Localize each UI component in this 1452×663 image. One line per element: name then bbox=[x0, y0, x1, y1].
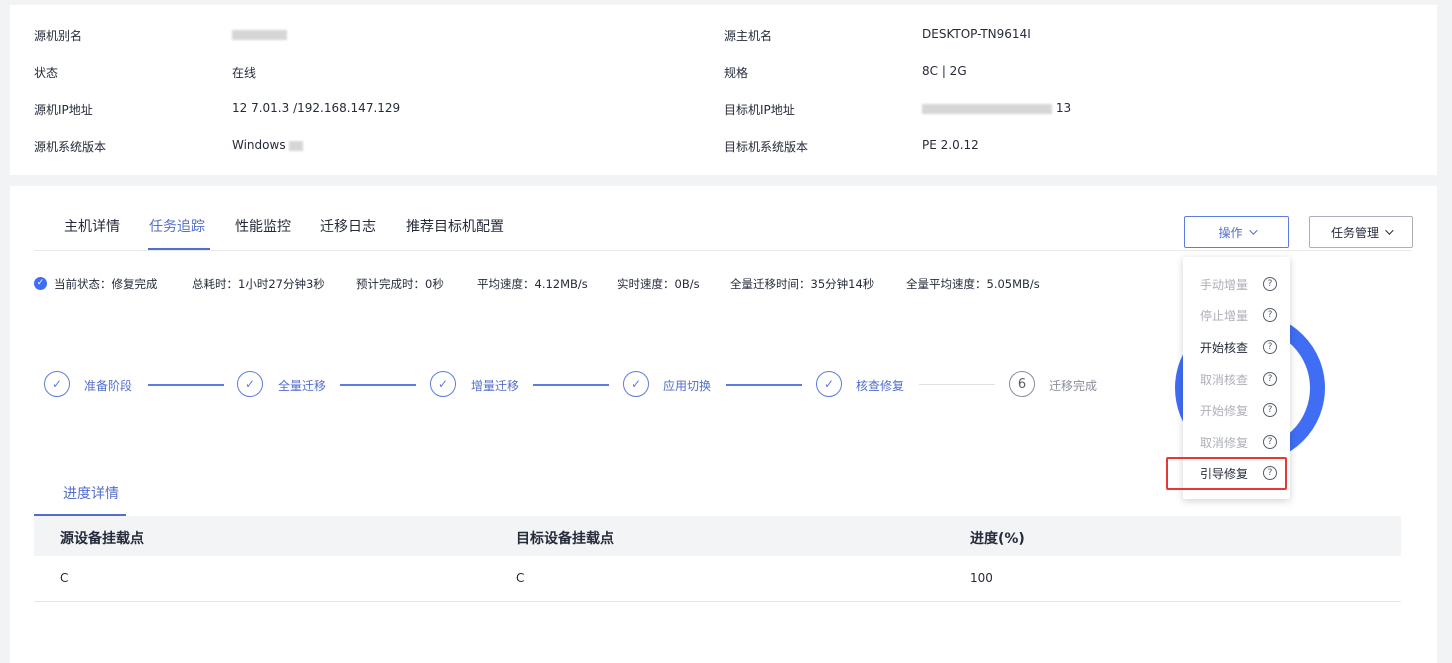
tab-progress-details[interactable]: 进度详情 bbox=[63, 483, 119, 503]
menu-item-label: 取消修复 bbox=[1200, 436, 1249, 450]
value-target-os: PE 2.0.12 bbox=[922, 138, 979, 152]
step-connector bbox=[533, 384, 609, 386]
host-info-card: 源机别名 源主机名 DESKTOP-TN9614I 状态 在线 规格 8C | … bbox=[10, 5, 1437, 175]
tab-divider bbox=[34, 250, 1412, 251]
step-label: 迁移完成 bbox=[1049, 379, 1098, 393]
status-check-icon: ✓ bbox=[34, 277, 47, 290]
column-header: 源设备挂载点 bbox=[60, 531, 144, 547]
value-source-alias bbox=[232, 27, 287, 41]
menu-item-stop-increment[interactable]: 停止增量 ? bbox=[1183, 300, 1290, 331]
step-connector bbox=[726, 384, 802, 386]
tab-task-tracking[interactable]: 任务追踪 bbox=[149, 216, 205, 236]
task-manage-button-label: 任务管理 bbox=[1330, 225, 1379, 240]
status-current: 当前状态：修复完成 bbox=[54, 277, 158, 291]
target-ip-suffix: 13 bbox=[1055, 101, 1072, 115]
step-connector bbox=[148, 384, 224, 386]
label-target-os: 目标机系统版本 bbox=[724, 140, 809, 154]
menu-item-label: 开始修复 bbox=[1200, 404, 1249, 418]
menu-item-label: 取消核查 bbox=[1200, 373, 1249, 387]
migration-steps: ✓ 准备阶段 ✓ 全量迁移 ✓ 增量迁移 ✓ 应用切换 ✓ 核查修复 6 迁移完… bbox=[42, 371, 1142, 401]
tab-recommended-config[interactable]: 推荐目标机配置 bbox=[406, 216, 504, 236]
step-check-icon: ✓ bbox=[816, 371, 842, 397]
status-avg-speed: 平均速度：4.12MB/s bbox=[477, 277, 588, 291]
redacted-text bbox=[232, 29, 287, 40]
label-source-ip: 源机IP地址 bbox=[34, 103, 93, 117]
operate-button-label: 操作 bbox=[1218, 225, 1243, 240]
menu-item-start-check[interactable]: 开始核查 ? bbox=[1183, 332, 1290, 363]
status-full-avg-speed: 全量平均速度：5.05MB/s bbox=[906, 277, 1040, 291]
chevron-down-icon bbox=[1385, 226, 1394, 235]
source-os-text: Windows bbox=[232, 138, 286, 152]
help-icon[interactable]: ? bbox=[1263, 308, 1277, 322]
menu-item-label: 手动增量 bbox=[1200, 278, 1249, 292]
column-header: 目标设备挂载点 bbox=[516, 531, 614, 547]
highlight-box bbox=[1166, 457, 1287, 490]
column-header: 进度(%) bbox=[970, 531, 1025, 547]
label-source-os: 源机系统版本 bbox=[34, 140, 107, 154]
status-eta: 预计完成时：0秒 bbox=[356, 277, 444, 291]
step-label: 核查修复 bbox=[856, 379, 905, 393]
value-source-os: Windows bbox=[232, 138, 304, 152]
help-icon[interactable]: ? bbox=[1263, 340, 1277, 354]
redacted-text bbox=[289, 140, 304, 151]
progress-table: 源设备挂载点 目标设备挂载点 进度(%) C C 100 bbox=[34, 516, 1401, 602]
value-target-ip: 13 bbox=[922, 101, 1071, 115]
label-spec: 规格 bbox=[724, 66, 749, 80]
step-label: 准备阶段 bbox=[84, 379, 133, 393]
chevron-down-icon bbox=[1248, 226, 1258, 235]
value-status: 在线 bbox=[232, 66, 257, 80]
label-source-alias: 源机别名 bbox=[34, 29, 83, 43]
value-spec: 8C | 2G bbox=[922, 64, 967, 78]
menu-item-start-repair[interactable]: 开始修复 ? bbox=[1183, 395, 1290, 426]
menu-item-cancel-repair[interactable]: 取消修复 ? bbox=[1183, 427, 1290, 458]
menu-item-manual-increment[interactable]: 手动增量 ? bbox=[1183, 269, 1290, 300]
table-row: C C 100 bbox=[34, 556, 1401, 602]
table-cell: C bbox=[516, 571, 525, 585]
value-source-host: DESKTOP-TN9614I bbox=[922, 27, 1031, 41]
operate-button[interactable]: 操作 bbox=[1184, 216, 1289, 248]
step-label: 全量迁移 bbox=[278, 379, 327, 393]
step-label: 应用切换 bbox=[663, 379, 712, 393]
help-icon[interactable]: ? bbox=[1263, 277, 1277, 291]
status-realtime-speed: 实时速度：0B/s bbox=[617, 277, 700, 291]
table-cell: 100 bbox=[970, 571, 993, 585]
step-check-icon: ✓ bbox=[430, 371, 456, 397]
step-connector bbox=[919, 384, 995, 385]
menu-item-label: 停止增量 bbox=[1200, 309, 1249, 323]
help-icon[interactable]: ? bbox=[1263, 403, 1277, 417]
table-header: 源设备挂载点 目标设备挂载点 进度(%) bbox=[34, 516, 1401, 556]
help-icon[interactable]: ? bbox=[1263, 435, 1277, 449]
redacted-text bbox=[922, 103, 1052, 114]
tab-migration-log[interactable]: 迁移日志 bbox=[320, 216, 376, 236]
status-full-time: 全量迁移时间：35分钟14秒 bbox=[730, 277, 875, 291]
status-total-time: 总耗时：1小时27分钟3秒 bbox=[192, 277, 325, 291]
label-status: 状态 bbox=[34, 66, 59, 80]
tab-performance[interactable]: 性能监控 bbox=[235, 216, 291, 236]
help-icon[interactable]: ? bbox=[1263, 372, 1277, 386]
step-check-icon: ✓ bbox=[44, 371, 70, 397]
label-source-host: 源主机名 bbox=[724, 29, 773, 43]
tab-host-details[interactable]: 主机详情 bbox=[64, 216, 120, 236]
step-check-icon: ✓ bbox=[237, 371, 263, 397]
menu-item-label: 开始核查 bbox=[1200, 341, 1249, 355]
table-cell: C bbox=[60, 571, 69, 585]
step-number-icon: 6 bbox=[1009, 371, 1035, 397]
task-manage-button[interactable]: 任务管理 bbox=[1309, 216, 1413, 248]
step-check-icon: ✓ bbox=[623, 371, 649, 397]
value-source-ip: 12 7.01.3 /192.168.147.129 bbox=[232, 101, 401, 115]
label-target-ip: 目标机IP地址 bbox=[724, 103, 795, 117]
step-label: 增量迁移 bbox=[471, 379, 520, 393]
menu-item-cancel-check[interactable]: 取消核查 ? bbox=[1183, 364, 1290, 395]
step-connector bbox=[340, 384, 416, 386]
